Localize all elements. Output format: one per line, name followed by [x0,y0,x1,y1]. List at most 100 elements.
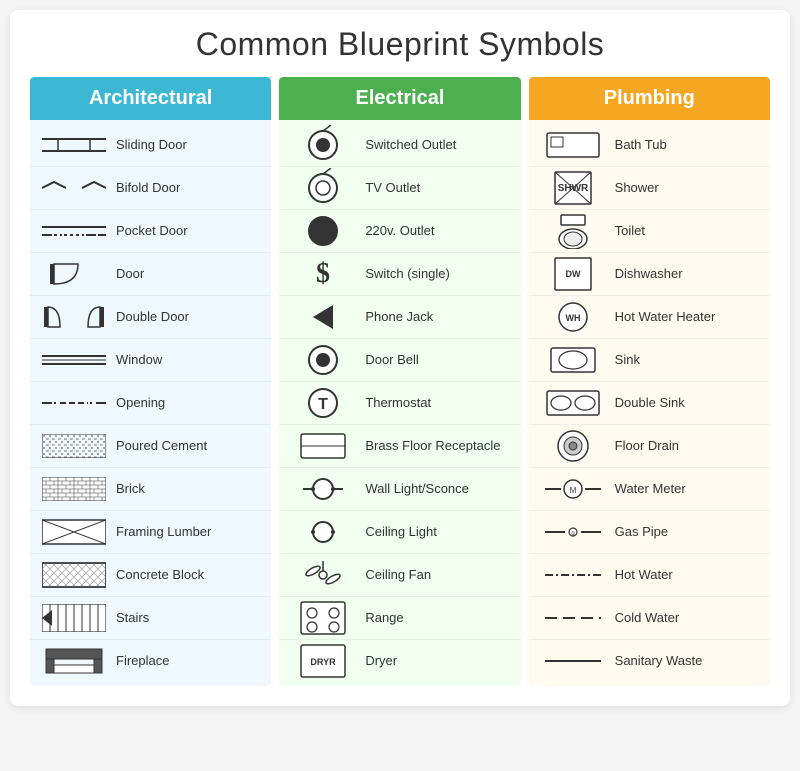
fireplace-label: Fireplace [110,653,169,670]
opening-label: Opening [110,395,165,412]
outlet-220-icon [287,215,359,247]
list-item: g Gas Pipe [529,511,770,554]
switched-outlet-icon [287,129,359,161]
switch-single-label: Switch (single) [359,266,450,283]
bifold-door-label: Bifold Door [110,180,180,197]
main-title: Common Blueprint Symbols [30,26,770,63]
list-item: Window [30,339,271,382]
list-item: Hot Water [529,554,770,597]
thermostat-label: Thermostat [359,395,431,412]
dishwasher-label: Dishwasher [609,266,683,283]
list-item: SHWR Shower [529,167,770,210]
svg-text:DW: DW [565,269,580,279]
framing-lumber-label: Framing Lumber [110,524,211,541]
list-item: Bifold Door [30,167,271,210]
phone-jack-icon [287,301,359,333]
hot-water-line-icon [537,559,609,591]
ceiling-fan-label: Ceiling Fan [359,567,431,584]
thermostat-icon: T [287,387,359,419]
phone-jack-label: Phone Jack [359,309,433,326]
range-label: Range [359,610,403,627]
list-item: Door Bell [279,339,520,382]
column-plumbing: Plumbing Bath Tub SHWR [529,77,770,686]
list-item: Poured Cement [30,425,271,468]
list-item: Fireplace [30,640,271,682]
list-item: TV Outlet [279,167,520,210]
list-item: Toilet [529,210,770,253]
sanitary-waste-icon [537,645,609,677]
hot-water-heater-label: Hot Water Heater [609,309,716,326]
list-item: Double Sink [529,382,770,425]
wall-light-label: Wall Light/Sconce [359,481,469,498]
bifold-door-icon [38,172,110,204]
list-item: T Thermostat [279,382,520,425]
list-item: Sink [529,339,770,382]
cold-water-label: Cold Water [609,610,680,627]
toilet-label: Toilet [609,223,645,240]
switched-outlet-label: Switched Outlet [359,137,456,154]
hot-water-heater-icon: WH [537,301,609,333]
pocket-door-label: Pocket Door [110,223,188,240]
floor-drain-label: Floor Drain [609,438,679,455]
svg-text:WH: WH [565,313,580,323]
double-door-icon [38,301,110,333]
list-item: DRYR Dryer [279,640,520,682]
shower-label: Shower [609,180,659,197]
shower-icon: SHWR [537,172,609,204]
list-item: Pocket Door [30,210,271,253]
list-item: Brick [30,468,271,511]
svg-text:g: g [571,531,574,537]
list-item: Wall Light/Sconce [279,468,520,511]
list-item: Sliding Door [30,124,271,167]
ceiling-light-icon [287,516,359,548]
dryer-icon: DRYR [287,645,359,677]
concrete-block-icon [38,559,110,591]
list-item: Bath Tub [529,124,770,167]
door-bell-label: Door Bell [359,352,418,369]
brick-label: Brick [110,481,145,498]
list-item: Floor Drain [529,425,770,468]
stairs-icon [38,602,110,634]
sliding-door-icon [38,129,110,161]
list-item: Sanitary Waste [529,640,770,682]
elec-header: Electrical [279,77,520,120]
brick-icon [38,473,110,505]
sink-label: Sink [609,352,640,369]
window-label: Window [110,352,162,369]
dryer-label: Dryer [359,653,397,670]
list-item: Opening [30,382,271,425]
list-item: Double Door [30,296,271,339]
ceiling-fan-icon [287,559,359,591]
plumb-header: Plumbing [529,77,770,120]
list-item: Door [30,253,271,296]
wall-light-icon [287,473,359,505]
water-meter-label: Water Meter [609,481,686,498]
brass-floor-label: Brass Floor Receptacle [359,438,500,455]
sliding-door-label: Sliding Door [110,137,187,154]
framing-lumber-icon [38,516,110,548]
outlet-220-label: 220v. Outlet [359,223,434,240]
list-item: 220v. Outlet [279,210,520,253]
fireplace-icon [38,645,110,677]
list-item: Brass Floor Receptacle [279,425,520,468]
list-item: WH Hot Water Heater [529,296,770,339]
list-item: Stairs [30,597,271,640]
svg-text:DRYR: DRYR [311,657,337,667]
list-item: Ceiling Light [279,511,520,554]
tv-outlet-label: TV Outlet [359,180,420,197]
range-icon [287,602,359,634]
double-sink-icon [537,387,609,419]
arch-body: Sliding Door Bifold Door [30,120,271,686]
svg-text:T: T [318,396,328,413]
floor-drain-icon [537,430,609,462]
pocket-door-icon [38,215,110,247]
water-meter-icon: M [537,473,609,505]
ceiling-light-label: Ceiling Light [359,524,437,541]
columns-container: Architectural Sliding Door [30,77,770,686]
gas-pipe-label: Gas Pipe [609,524,668,541]
door-icon [38,258,110,290]
list-item: Ceiling Fan [279,554,520,597]
list-item: Range [279,597,520,640]
column-architectural: Architectural Sliding Door [30,77,271,686]
opening-icon [38,387,110,419]
